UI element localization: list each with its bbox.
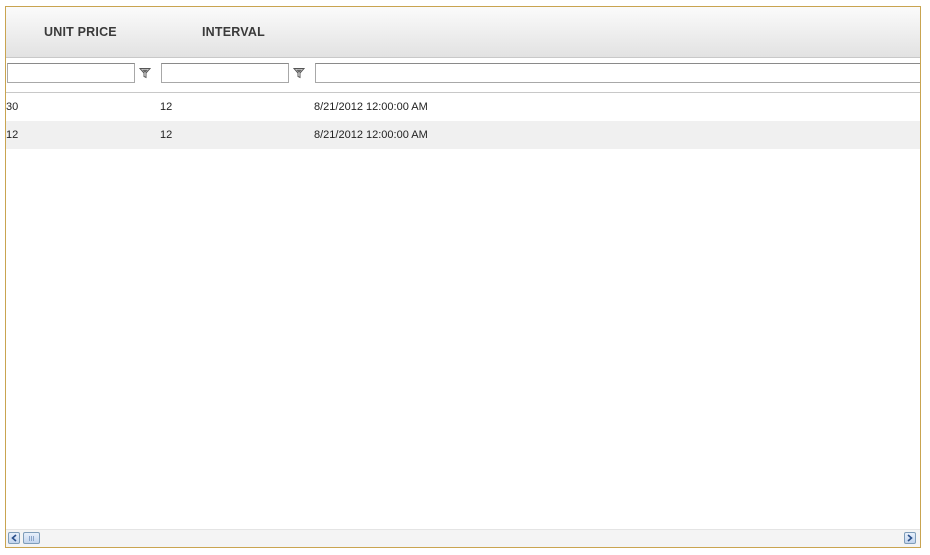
unit-price-filter-input[interactable] [7, 63, 135, 83]
date-cell: 8/21/2012 12:00:00 AM [314, 101, 428, 113]
unit-price-cell: 30 [6, 101, 19, 113]
interval-filter-input[interactable] [161, 63, 289, 83]
filter-icon[interactable] [139, 67, 151, 79]
filter-icon[interactable] [293, 67, 305, 79]
scroll-right-button[interactable] [904, 532, 916, 544]
horizontal-scrollbar[interactable] [6, 529, 920, 547]
interval-cell: 12 [160, 129, 173, 141]
table-row[interactable]: 30 12 8/21/2012 12:00:00 AM [6, 93, 920, 121]
data-grid: UNIT PRICE INTERVAL 30 12 8/21/2012 12:0… [5, 6, 921, 548]
date-filter-input[interactable] [315, 63, 920, 83]
grid-header: UNIT PRICE INTERVAL [6, 7, 920, 58]
filter-row [6, 58, 920, 93]
date-cell: 8/21/2012 12:00:00 AM [314, 129, 428, 141]
scroll-thumb[interactable] [23, 532, 40, 544]
chevron-right-icon [907, 534, 913, 542]
chevron-left-icon [11, 534, 17, 542]
column-header-interval[interactable]: INTERVAL [202, 25, 265, 39]
unit-price-cell: 12 [6, 129, 19, 141]
grid-body: 30 12 8/21/2012 12:00:00 AM 12 12 8/21/2… [6, 93, 920, 149]
table-row[interactable]: 12 12 8/21/2012 12:00:00 AM [6, 121, 920, 149]
interval-cell: 12 [160, 101, 173, 113]
scroll-left-button[interactable] [8, 532, 20, 544]
column-header-unit-price[interactable]: UNIT PRICE [44, 25, 117, 39]
